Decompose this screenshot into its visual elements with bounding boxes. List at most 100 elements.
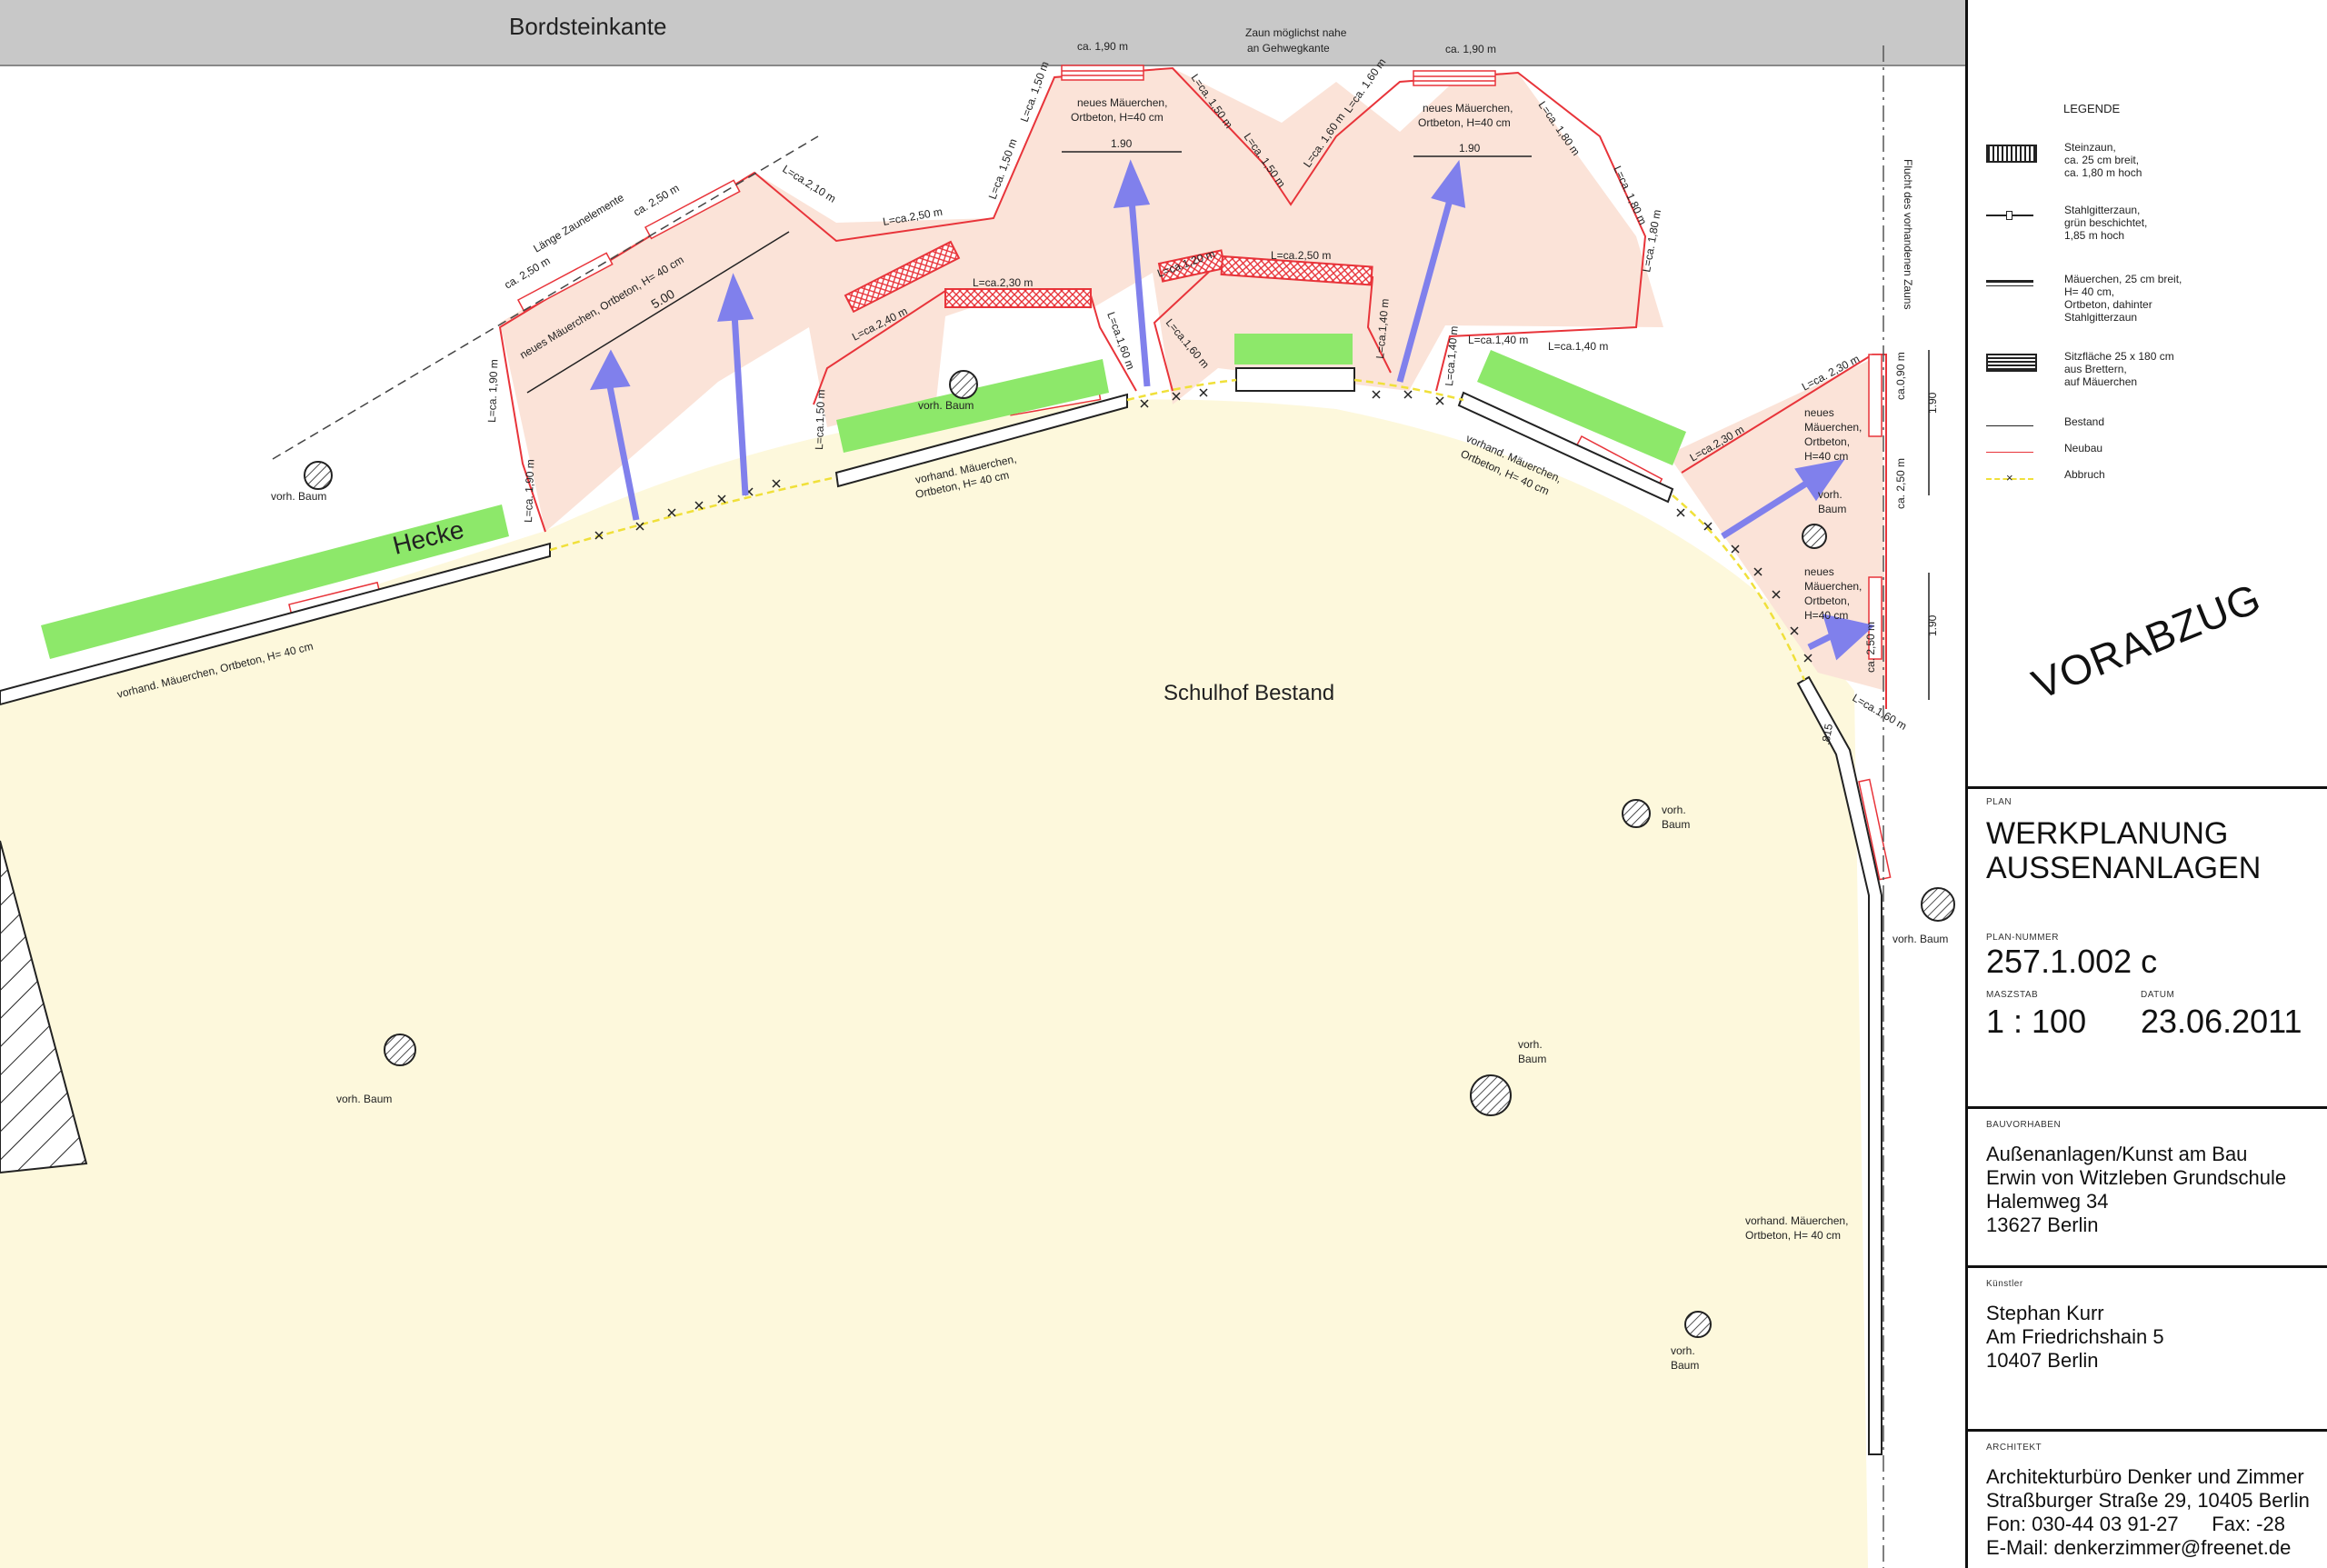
zaun-note-1: Zaun möglichst nahe	[1245, 26, 1347, 39]
len-140d: L=ca.1,40 m	[1548, 340, 1608, 353]
legend-text: Mäuerchen, 25 cm breit,	[2064, 273, 2182, 285]
steinzaun-symbol	[1986, 145, 2037, 163]
legend-text: ca. 25 cm breit,	[2064, 154, 2140, 166]
new-wall-d-4: H=40 cm	[1804, 609, 1848, 622]
schoolyard-label: Schulhof Bestand	[1164, 681, 1334, 705]
legend-text: Steinzaun,	[2064, 141, 2116, 154]
plan-number-caption: PLAN-NUMMER	[1986, 933, 2059, 943]
len-140b: L=ca.1,40 m	[1443, 325, 1461, 386]
len-150e: L=ca.1,50 m	[813, 389, 827, 450]
plan-caption: PLAN	[1986, 797, 2012, 807]
architect-line: Architekturbüro Denker und Zimmer	[1986, 1465, 2304, 1488]
legend-text: 1,85 m hoch	[2064, 229, 2125, 242]
project-section: BAUVORHABEN Außenanlagen/Kunst am Bau Er…	[1968, 1109, 2327, 1268]
scale-caption: MASZSTAB	[1986, 990, 2039, 1000]
artist-line: Am Friedrichshain 5	[1986, 1325, 2164, 1348]
artist-line: 10407 Berlin	[1986, 1349, 2099, 1372]
len-140c: L=ca.1,40 m	[1468, 334, 1528, 346]
tree-label-4: vorh. Baum	[1893, 933, 1948, 945]
artist-caption: Künstler	[1986, 1279, 2023, 1289]
new-wall-c-2: Mäuerchen,	[1804, 421, 1862, 434]
scale-value: 1 : 100	[1986, 1003, 2087, 1040]
legend-text: Stahlgitterzaun	[2064, 311, 2138, 324]
legend-text: Sitzfläche 25 x 180 cm	[2064, 350, 2174, 363]
dim-ca090: ca.0,90 m	[1894, 352, 1907, 400]
site-plan-drawing: Bordsteinkante Hecke vorh. Baum vorh. Ba…	[0, 0, 1965, 1568]
plan-number: 257.1.002 c	[1986, 943, 2158, 980]
legend-text: Neubau	[2064, 442, 2103, 454]
street-label: Bordsteinkante	[509, 13, 666, 40]
legend-text: Stahlgitterzaun,	[2064, 204, 2141, 216]
legend-section: LEGENDE Steinzaun, ca. 25 cm breit, ca. …	[1968, 0, 2327, 789]
legend-text: auf Mäuerchen	[2064, 375, 2138, 388]
architect-line: E-Mail: denkerzimmer@freenet.de	[1986, 1536, 2292, 1559]
len-160e: L=ca.1,60 m	[1851, 691, 1909, 732]
new-wall-d-3: Ortbeton,	[1804, 594, 1850, 607]
plan-title-2: AUSSENANLAGEN	[1986, 851, 2262, 885]
architect-section: ARCHITEKT Architekturbüro Denker und Zim…	[1968, 1432, 2327, 1568]
artist-section: Künstler Stephan Kurr Am Friedrichshain …	[1968, 1268, 2327, 1432]
dim-ca250-d: ca. 2,50 m	[1864, 622, 1877, 673]
len-250b: L=ca.2,50 m	[1271, 249, 1331, 262]
dim-190-a-label: 1.90	[1111, 137, 1133, 150]
new-wall-c-4: H=40 cm	[1804, 450, 1848, 463]
new-wall-c-1: neues	[1804, 406, 1834, 419]
plan-title-1: WERKPLANUNG	[1986, 816, 2229, 851]
project-line: Außenanlagen/Kunst am Bau	[1986, 1143, 2248, 1165]
tree-label-2: vorh. Baum	[918, 399, 974, 412]
legend-text: grün beschichtet,	[2064, 216, 2148, 229]
title-block: LEGENDE Steinzaun, ca. 25 cm breit, ca. …	[1965, 0, 2327, 1568]
legend-text: Bestand	[2064, 415, 2105, 428]
tree-label-6b: Baum	[1662, 818, 1690, 831]
dim-190-c: 1.90	[1926, 392, 1939, 414]
tree-label-3: vorh. Baum	[336, 1093, 392, 1105]
neubau-symbol	[1986, 445, 2033, 460]
zaun-note-2: an Gehwegkante	[1247, 42, 1330, 55]
dim-ca190-b: ca. 1,90 m	[1445, 43, 1496, 55]
tree-label-6a: vorh.	[1662, 804, 1686, 816]
dim-190-d: 1.90	[1926, 614, 1939, 636]
fence-elements-label: Länge Zaunelemente	[531, 191, 626, 255]
tree-label-5a: vorh.	[1518, 1038, 1543, 1051]
tree-label-8a: vorh.	[1818, 488, 1843, 501]
new-wall-b-2: Ortbeton, H=40 cm	[1418, 116, 1511, 129]
tree-label-7a: vorh.	[1671, 1344, 1695, 1357]
new-wall-d-2: Mäuerchen,	[1804, 580, 1862, 593]
tree-label-5b: Baum	[1518, 1053, 1546, 1065]
stahlgitterzaun-symbol	[1986, 207, 2033, 222]
artist-line: Stephan Kurr	[1986, 1302, 2104, 1324]
len-190a: L=ca. 1,90 m	[485, 359, 500, 423]
dim-ca250-c: ca. 2,50 m	[1894, 458, 1907, 509]
new-wall-b-1: neues Mäuerchen,	[1423, 102, 1513, 115]
maeuerchen-symbol	[1986, 276, 2033, 291]
new-wall-a-1: neues Mäuerchen,	[1077, 96, 1167, 109]
project-line: Halemweg 34	[1986, 1190, 2109, 1213]
legend-title: LEGENDE	[2063, 102, 2121, 115]
bestand-symbol	[1986, 419, 2033, 434]
new-wall-a-2: Ortbeton, H=40 cm	[1071, 111, 1164, 124]
len-190b: L=ca. 1,90 m	[522, 459, 536, 523]
legend-text: Ortbeton, dahinter	[2064, 298, 2152, 311]
new-wall-d-1: neues	[1804, 565, 1834, 578]
existing-wall-d-2: Ortbeton, H= 40 cm	[1745, 1229, 1841, 1242]
date-value: 23.06.2011	[2141, 1003, 2302, 1040]
architect-line: Straßburger Straße 29, 10405 Berlin	[1986, 1489, 2310, 1512]
fence-line-note: Flucht des vorhandenen Zauns	[1902, 159, 1914, 309]
date-caption: DATUM	[2141, 990, 2175, 1000]
tree-label-7b: Baum	[1671, 1359, 1699, 1372]
project-line: 13627 Berlin	[1986, 1213, 2099, 1236]
len-160c: L=ca.1,60 m	[1104, 310, 1137, 371]
new-wall-c-3: Ortbeton,	[1804, 435, 1850, 448]
existing-wall-d-1: vorhand. Mäuerchen,	[1745, 1214, 1848, 1227]
abbruch-symbol: ×	[1986, 472, 2033, 486]
street-area	[0, 0, 1965, 65]
architect-caption: ARCHITEKT	[1986, 1443, 2042, 1453]
legend-text: ca. 1,80 m hoch	[2064, 166, 2142, 179]
legend-text: aus Brettern,	[2064, 363, 2127, 375]
project-caption: BAUVORHABEN	[1986, 1120, 2062, 1130]
stone-fence-2	[944, 288, 1092, 308]
project-line: Erwin von Witzleben Grundschule	[1986, 1166, 2287, 1189]
dim-190-b-label: 1.90	[1459, 142, 1481, 155]
sitzflaeche-symbol	[1986, 354, 2037, 372]
plan-section: PLAN WERKPLANUNG AUSSENANLAGEN PLAN-NUMM…	[1968, 786, 2327, 1109]
